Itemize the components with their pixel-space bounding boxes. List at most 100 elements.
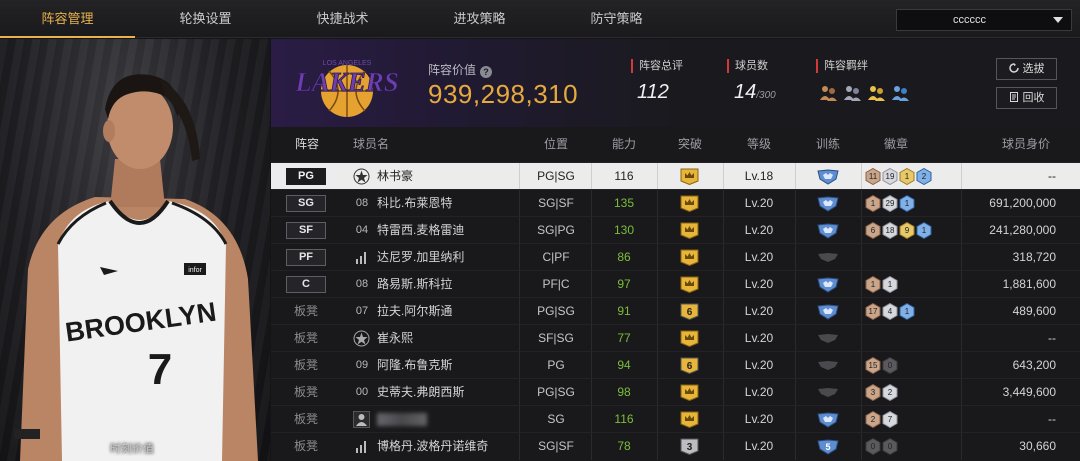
jersey-number: 07 xyxy=(355,305,369,317)
bond-people-silver-icon[interactable] xyxy=(842,83,862,103)
col-player-name[interactable]: 球员名 xyxy=(351,127,391,162)
table-row[interactable]: 板凳 00 史蒂夫.弗朗西斯 PG|SG 98 Lv.20 3 2 3,449,600 xyxy=(271,378,1080,406)
recycle-button[interactable]: 回收 xyxy=(996,87,1057,109)
player-name[interactable]: 达尼罗.加里纳利 xyxy=(377,244,464,271)
table-row[interactable]: C 08 路易斯.斯科拉 PF|C 97 Lv.20 1 1 1,881,600 xyxy=(271,270,1080,298)
badge-gold-icon[interactable]: 1 xyxy=(899,167,915,186)
tab-rotation[interactable]: 轮换设置 xyxy=(138,0,273,38)
training-shield-icon[interactable] xyxy=(817,277,839,293)
badge-bronze-icon[interactable]: 17 xyxy=(865,302,881,321)
badge-blue-icon[interactable]: 2 xyxy=(916,167,932,186)
player-value: 489,600 xyxy=(1012,304,1056,318)
tab-lineup[interactable]: 阵容管理 xyxy=(0,0,135,38)
col-level[interactable]: 等级 xyxy=(726,127,792,162)
select-button[interactable]: 选拔 xyxy=(996,58,1057,80)
table-row[interactable]: 板凳 07 拉夫.阿尔斯通 PG|SG 91 6 Lv.20 17 4 1 489,600 xyxy=(271,297,1080,325)
training-shield-icon[interactable] xyxy=(817,304,839,320)
players-count-label: 球员数 xyxy=(727,59,768,73)
player-name[interactable]: 科比.布莱恩特 xyxy=(377,190,452,217)
table-row[interactable]: SF 04 特雷西.麦格雷迪 SG|PG 130 Lv.20 6 18 9 1 241,280,00… xyxy=(271,216,1080,244)
badge-silver-icon[interactable]: 2 xyxy=(882,383,898,402)
training-shield-icon[interactable] xyxy=(817,196,839,212)
col-lineup[interactable]: 阵容 xyxy=(285,127,329,162)
table-row[interactable]: PF 达尼罗.加里纳利 C|PF 86 Lv.20 318,720 xyxy=(271,243,1080,271)
badge-dark-icon[interactable]: 0 xyxy=(882,356,898,375)
badge-gold-icon[interactable]: 9 xyxy=(899,221,915,240)
training-shield-icon[interactable] xyxy=(817,331,839,347)
crown-breakthrough-icon[interactable] xyxy=(680,249,699,266)
tab-offense-strategy[interactable]: 进攻策略 xyxy=(412,0,547,38)
table-row[interactable]: 板凳 崔永熙 SF|SG 77 Lv.20 -- xyxy=(271,324,1080,352)
position-slot-badge[interactable]: SG xyxy=(286,195,326,212)
bond-people-gold-icon[interactable] xyxy=(866,83,886,103)
col-player-value[interactable]: 球员身价 xyxy=(991,127,1061,162)
level-breakthrough-icon[interactable]: 6 xyxy=(680,357,699,374)
crown-breakthrough-icon[interactable] xyxy=(680,330,699,347)
crown-breakthrough-icon[interactable] xyxy=(680,195,699,212)
bond-people-bronze-icon[interactable] xyxy=(818,83,838,103)
help-icon[interactable]: ? xyxy=(480,66,493,78)
position-slot-badge[interactable]: SF xyxy=(286,222,326,239)
badge-silver-icon[interactable]: 1 xyxy=(882,275,898,294)
crown-breakthrough-icon[interactable] xyxy=(680,411,699,428)
badge-blue-icon[interactable]: 1 xyxy=(899,194,915,213)
badge-bronze-icon[interactable]: 3 xyxy=(865,383,881,402)
position-slot-badge[interactable]: PF xyxy=(286,249,326,266)
badge-silver-icon[interactable]: 4 xyxy=(882,302,898,321)
player-name[interactable]: 博格丹.波格丹诺维奇 xyxy=(377,433,488,460)
training-shield-icon[interactable] xyxy=(817,250,839,266)
badge-silver-icon[interactable]: 18 xyxy=(882,221,898,240)
col-breakthrough[interactable]: 突破 xyxy=(661,127,719,162)
badge-bronze-icon[interactable]: 15 xyxy=(865,356,881,375)
badge-blue-icon[interactable]: 1 xyxy=(899,302,915,321)
badge-dark-icon[interactable]: 0 xyxy=(882,437,898,456)
tab-defense-strategy[interactable]: 防守策略 xyxy=(549,0,684,38)
player-name[interactable]: 路易斯.斯科拉 xyxy=(377,271,452,298)
tab-quick-tactics[interactable]: 快捷战术 xyxy=(275,0,410,38)
training-shield-icon[interactable]: 5 xyxy=(817,439,839,455)
table-row[interactable]: SG 08 科比.布莱恩特 SG|SF 135 Lv.20 1 29 1 691,200,000 xyxy=(271,189,1080,217)
badge-bronze-icon[interactable]: 2 xyxy=(865,410,881,429)
crown-breakthrough-icon[interactable] xyxy=(680,168,699,185)
table-row[interactable]: 板凳 博格丹.波格丹诺维奇 SG|SF 78 3 Lv.20 5 0 0 30,660 xyxy=(271,432,1080,460)
badge-silver-icon[interactable]: 19 xyxy=(882,167,898,186)
team-dropdown[interactable]: cccccc xyxy=(896,9,1072,31)
crown-breakthrough-icon[interactable] xyxy=(680,384,699,401)
crown-breakthrough-icon[interactable] xyxy=(680,276,699,293)
player-name[interactable]: 阿隆.布鲁克斯 xyxy=(377,352,452,379)
player-name[interactable]: 拉夫.阿尔斯通 xyxy=(377,298,452,325)
badge-silver-icon[interactable]: 29 xyxy=(882,194,898,213)
bond-people-blue-icon[interactable] xyxy=(890,83,910,103)
badge-silver-icon[interactable]: 7 xyxy=(882,410,898,429)
table-row[interactable]: 板凳 09 阿隆.布鲁克斯 PG 94 6 Lv.20 15 0 643,200 xyxy=(271,351,1080,379)
player-name[interactable]: 特雷西.麦格雷迪 xyxy=(377,217,464,244)
bench-label: 板凳 xyxy=(293,412,318,426)
table-row[interactable]: 板凳 SG 116 Lv.20 2 7 -- xyxy=(271,405,1080,433)
badge-bronze-icon[interactable]: 1 xyxy=(865,275,881,294)
badge-dark-icon[interactable]: 0 xyxy=(865,437,881,456)
col-training[interactable]: 训练 xyxy=(799,127,857,162)
training-shield-icon[interactable] xyxy=(817,358,839,374)
table-row[interactable]: PG 林书豪 PG|SG 116 Lv.18 11 19 1 2 -- xyxy=(271,162,1080,190)
crown-breakthrough-icon[interactable] xyxy=(680,222,699,239)
position-slot-badge[interactable]: PG xyxy=(286,168,326,185)
training-shield-icon[interactable] xyxy=(817,412,839,428)
badge-blue-icon[interactable]: 1 xyxy=(916,221,932,240)
training-shield-icon[interactable] xyxy=(817,223,839,239)
badge-group: 00 xyxy=(865,437,898,456)
col-badges[interactable]: 徽章 xyxy=(865,127,927,162)
player-name[interactable]: 史蒂夫.弗朗西斯 xyxy=(377,379,464,406)
level-breakthrough-icon[interactable]: 3 xyxy=(680,438,699,455)
training-shield-icon[interactable] xyxy=(817,169,839,185)
bench-label: 板凳 xyxy=(293,331,318,345)
player-name[interactable]: 林书豪 xyxy=(377,163,413,190)
badge-bronze-icon[interactable]: 6 xyxy=(865,221,881,240)
position-slot-badge[interactable]: C xyxy=(286,276,326,293)
training-shield-icon[interactable] xyxy=(817,385,839,401)
badge-bronze-icon[interactable]: 1 xyxy=(865,194,881,213)
col-position[interactable]: 位置 xyxy=(521,127,591,162)
level-breakthrough-icon[interactable]: 6 xyxy=(680,303,699,320)
player-name[interactable]: 崔永熙 xyxy=(377,325,413,352)
badge-bronze-icon[interactable]: 11 xyxy=(865,167,881,186)
col-ability[interactable]: 能力 xyxy=(593,127,655,162)
